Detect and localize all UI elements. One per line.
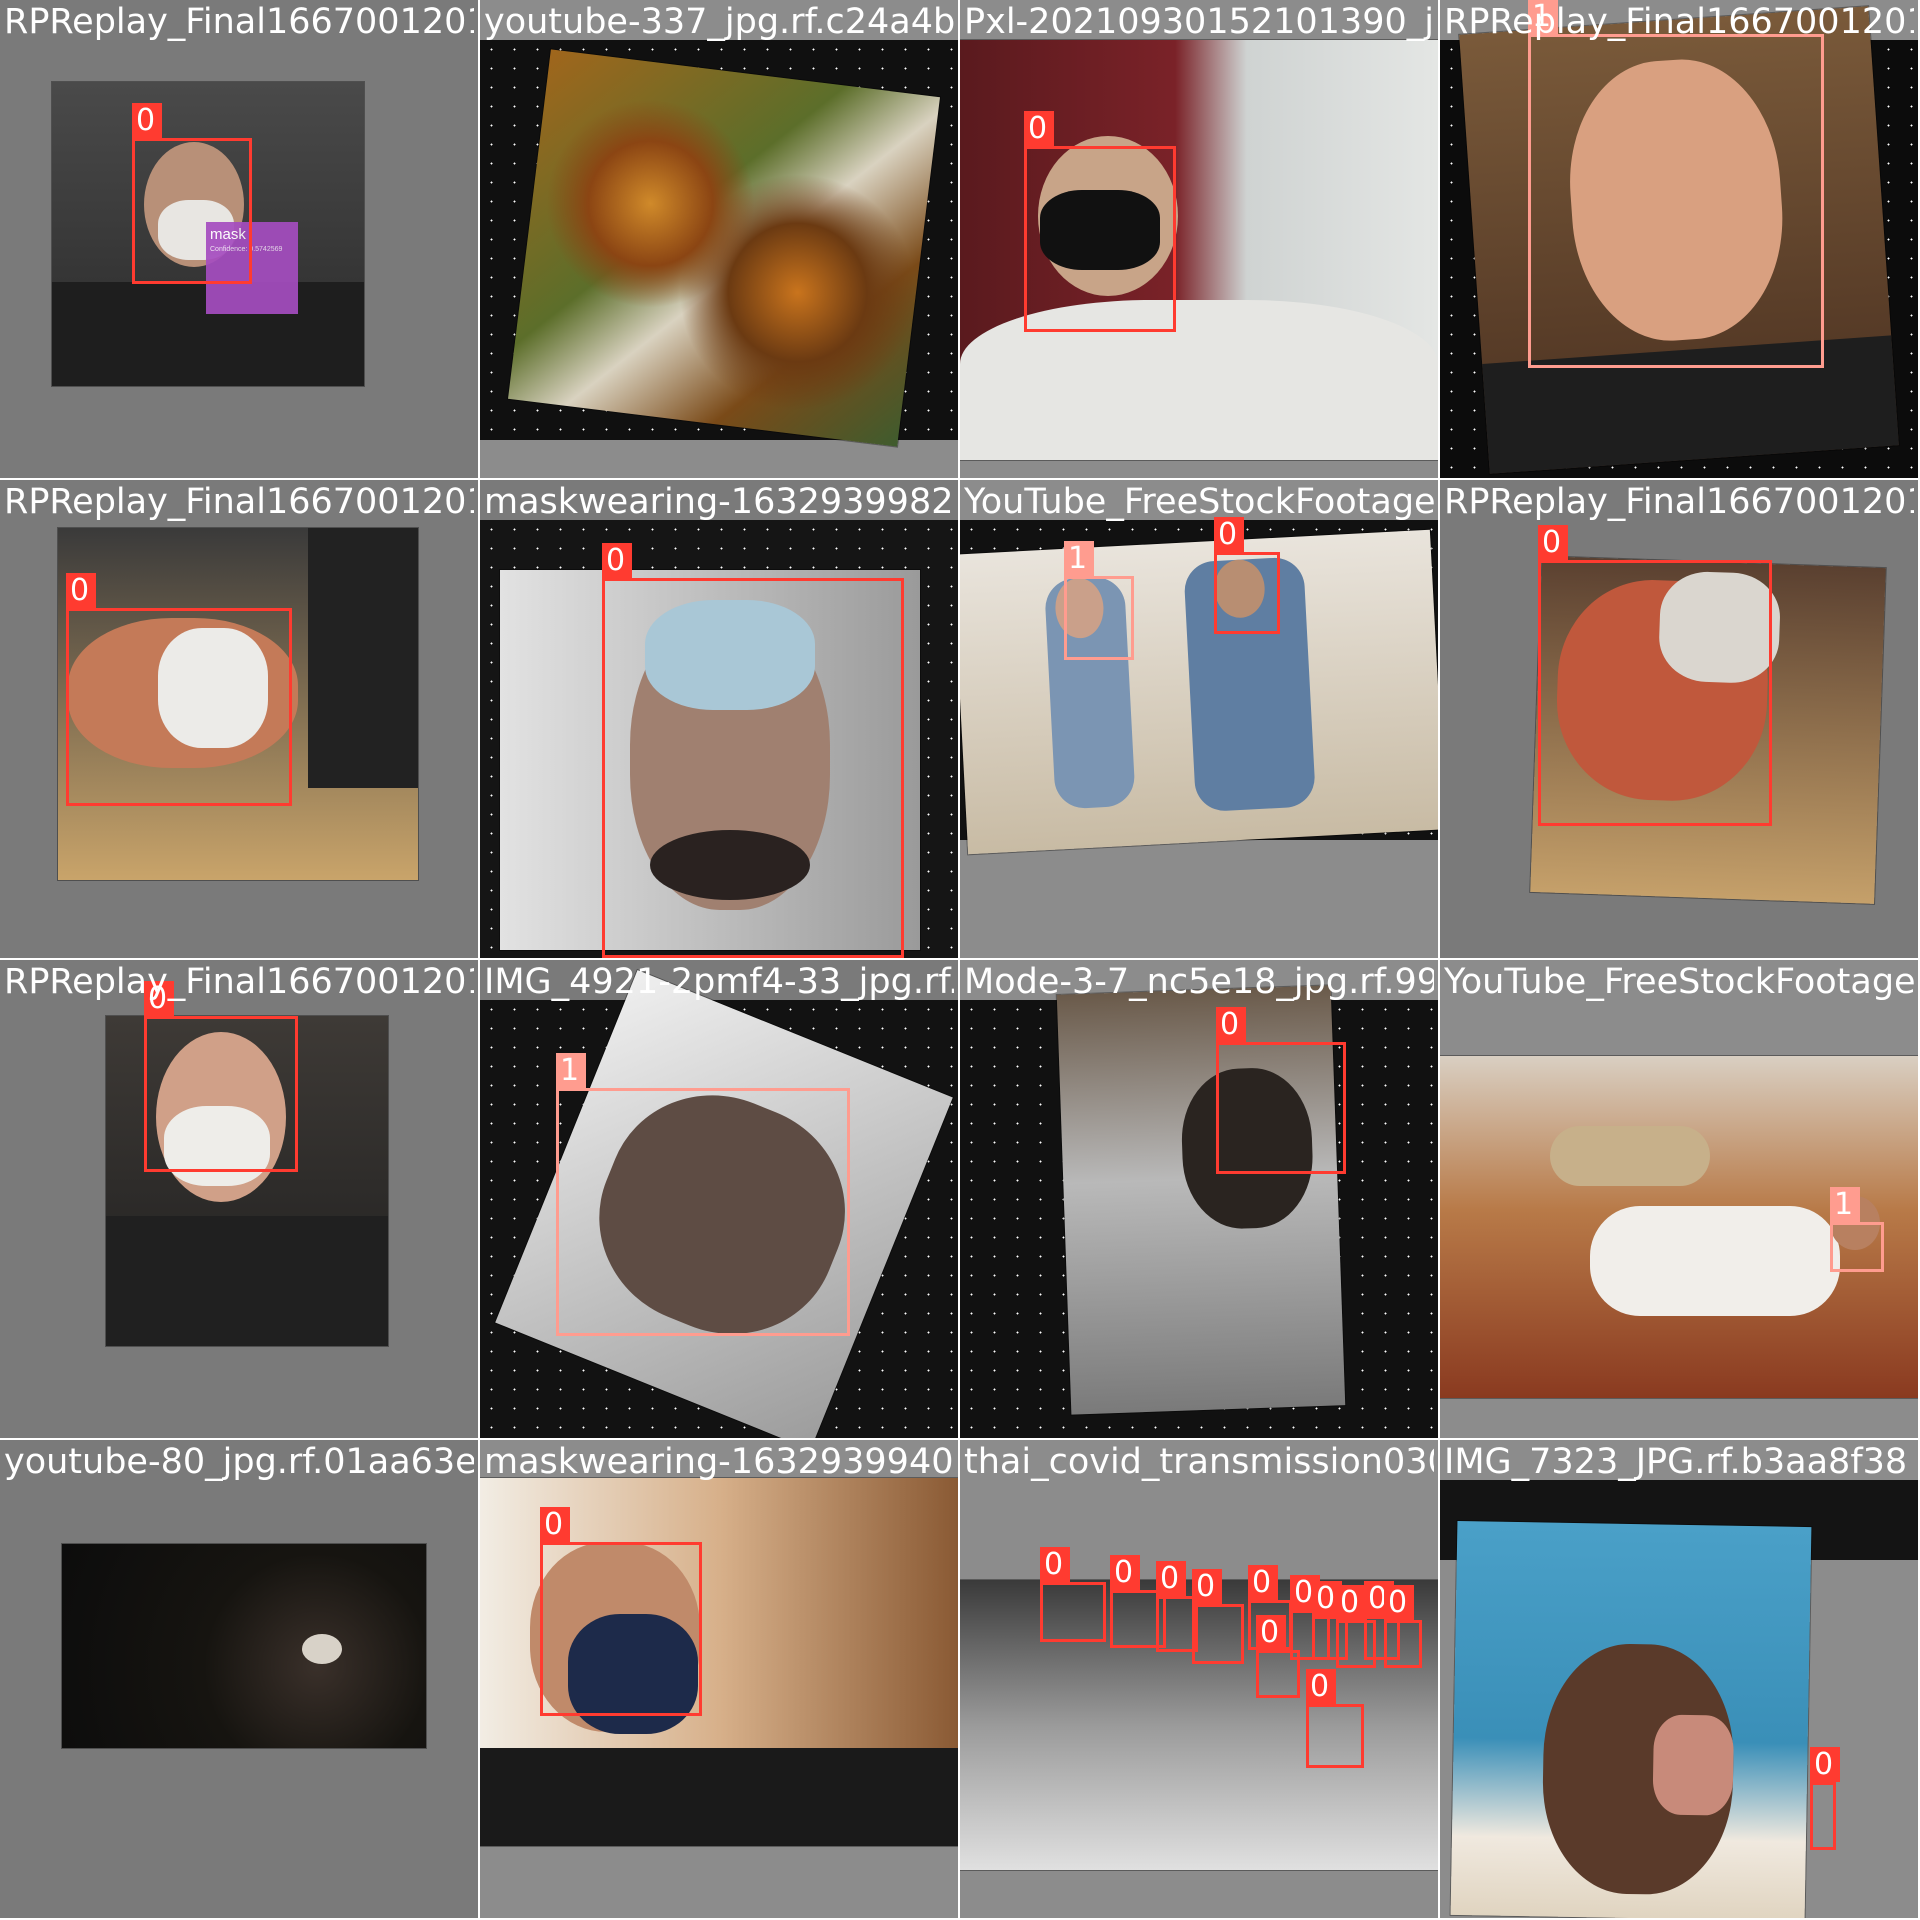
bounding-box: 0 [144,981,298,1172]
class-label: 0 [1216,1007,1246,1042]
grid-tile: youtube-337_jpg.rf.c24a4b9827 [479,0,959,479]
bounding-box: 0 [1192,1569,1244,1664]
class-label: 0 [1192,1569,1222,1604]
bounding-box: 0 [1024,111,1176,332]
grid-tile: 0 maskwearing-16329399409 [479,1439,959,1919]
bounding-box: 0 [1810,1747,1840,1850]
bounding-box: 1 [1064,541,1134,660]
tile-title: RPReplay_Final1667001201 [1444,482,1914,522]
bounding-box: 0 [1256,1615,1300,1698]
image-grid: mask Confidence: 0.5742569 0 RPReplay_Fi… [0,0,1920,1920]
class-label: 0 [132,103,162,138]
grid-tile: 0 0 0 0 0 0 0 0 0 0 0 0 thai_covid_trans… [959,1439,1439,1919]
photo-couple-denim [960,529,1438,855]
bounding-box: 0 [1384,1585,1422,1668]
tile-title: IMG_4921-2pmf4-33_jpg.rf.1d0d [484,962,954,1002]
class-label: 0 [1110,1555,1140,1590]
grid-tile: mask Confidence: 0.5742569 0 RPReplay_Fi… [0,0,479,479]
bounding-box: 0 [66,573,292,806]
class-label: 0 [1810,1747,1840,1782]
grid-tile: 0 RPReplay_Final1667001201_MP4-103_jpg.r… [0,479,479,959]
grid-tile: 0 RPReplay_Final1667001201_MP4-301-2_jpg [0,959,479,1439]
grid-tile: 1 0 YouTube_FreeStockFootage_People-wear… [959,479,1439,959]
photo-woman-pattern-mask [1450,1520,1812,1918]
tile-title: RPReplay_Final1667001201_MP4-103_jpg.rf.… [4,482,474,522]
class-label: 0 [1214,517,1244,552]
class-label: 0 [1024,111,1054,146]
bounding-box: 0 [1306,1669,1364,1768]
tile-title: YouTube_FreeStockFootage_People-wearing [964,482,1434,522]
bounding-box: 1 [1528,0,1824,368]
grid-tile: 0 Mode-3-7_nc5e18_jpg.rf.99a7 [959,959,1439,1439]
class-label: 1 [1830,1187,1860,1222]
bounding-box: 0 [1538,525,1772,826]
grid-tile: 1 IMG_4921-2pmf4-33_jpg.rf.1d0d [479,959,959,1439]
class-label: 0 [1306,1669,1336,1704]
grid-tile: youtube-80_jpg.rf.01aa63ede [0,1439,479,1919]
bounding-box: 0 [1214,517,1280,634]
tile-title: maskwearing-16329399828 [484,482,954,522]
class-label: 1 [1064,541,1094,576]
bounding-box: 0 [1216,1007,1346,1174]
class-label: 0 [1336,1585,1366,1620]
bounding-box: 0 [540,1507,702,1716]
bounding-box: 0 [132,103,252,284]
grid-tile: 0 IMG_7323_JPG.rf.b3aa8f38 [1439,1439,1919,1919]
class-label: 1 [556,1053,586,1088]
class-label: 0 [540,1507,570,1542]
tile-title: maskwearing-16329399409 [484,1442,954,1482]
tile-title: youtube-80_jpg.rf.01aa63ede [4,1442,474,1482]
tile-title: Mode-3-7_nc5e18_jpg.rf.99a7 [964,962,1434,1002]
photo-autumn-forest [508,49,940,447]
bounding-box: 0 [1040,1547,1106,1642]
photo-dark-scene [62,1544,426,1748]
class-label: 0 [1384,1585,1414,1620]
tile-title: RPReplay_Final1667001201_MP4-301-2_jpg [4,962,474,1002]
bounding-box: 0 [602,543,904,958]
class-label: 0 [66,573,96,608]
class-label: 0 [1538,525,1568,560]
tile-title: YouTube_FreeStockFootage [1444,962,1914,1002]
tile-title: thai_covid_transmission0302 [964,1442,1434,1482]
grid-tile: 0 Pxl-20210930152101390_jpg.rf.e [959,0,1439,479]
class-label: 0 [1256,1615,1286,1650]
class-label: 0 [1248,1565,1278,1600]
bounding-box: 1 [556,1053,850,1336]
bounding-box: 1 [1830,1187,1884,1272]
grid-tile: 0 RPReplay_Final1667001201 [1439,479,1919,959]
tile-title: RPReplay_Final1667001201_MP4-364_jpg.rf.… [4,2,474,42]
class-label: 0 [1156,1561,1186,1596]
class-label: 0 [602,543,632,578]
grid-tile: 0 maskwearing-16329399828 [479,479,959,959]
tile-title: youtube-337_jpg.rf.c24a4b9827 [484,2,954,42]
grid-tile: 1 YouTube_FreeStockFootage [1439,959,1919,1439]
tile-title: Pxl-20210930152101390_jpg.rf.e [964,2,1434,42]
class-label: 0 [1040,1547,1070,1582]
tile-title: IMG_7323_JPG.rf.b3aa8f38 [1444,1442,1908,1482]
tile-title: RPReplay_Final1667001201 [1444,2,1914,42]
grid-tile: 1 RPReplay_Final1667001201 [1439,0,1919,479]
